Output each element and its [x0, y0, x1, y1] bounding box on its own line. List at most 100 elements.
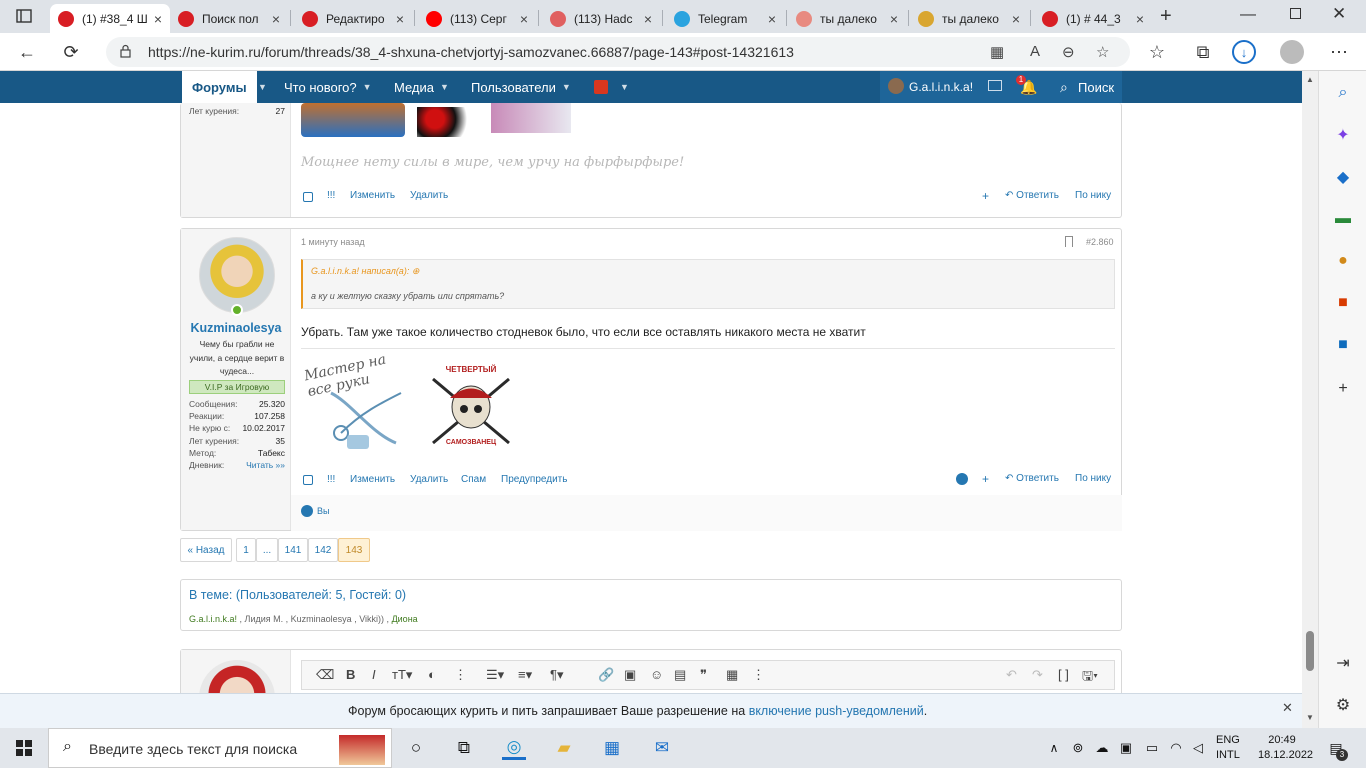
nav-forums-caret[interactable]: ▼: [252, 71, 267, 103]
online-user[interactable]: Лидия М.: [245, 614, 284, 624]
reactions-list[interactable]: Вы: [317, 506, 329, 516]
task-view-icon[interactable]: ⧉: [452, 736, 476, 760]
lock-icon[interactable]: [120, 44, 131, 58]
close-window-button[interactable]: ✕: [1332, 4, 1346, 24]
browser-tab[interactable]: ты далеко ×: [788, 4, 906, 33]
minimize-button[interactable]: —: [1240, 6, 1256, 24]
shopping-icon[interactable]: ◆: [1331, 165, 1355, 189]
language-indicator[interactable]: ENG INTL: [1216, 733, 1240, 763]
post-time[interactable]: 1 минуту назад: [301, 237, 365, 247]
browser-tab[interactable]: ты далеко ×: [910, 4, 1028, 33]
more-options-icon[interactable]: ⋮: [454, 667, 467, 683]
table-icon[interactable]: ▦: [726, 667, 738, 683]
prev-by-nick-link[interactable]: По нику: [1075, 190, 1111, 201]
link-icon[interactable]: 🔗: [598, 667, 614, 683]
online-user[interactable]: Kuzminaolesya: [291, 614, 352, 624]
image-icon[interactable]: ▣: [624, 667, 636, 683]
select-checkbox[interactable]: [303, 192, 313, 202]
games-icon[interactable]: ●: [1331, 249, 1355, 273]
nav-more-caret[interactable]: ▼: [614, 71, 629, 103]
close-tab-icon[interactable]: ×: [396, 11, 404, 27]
jump-up-icon[interactable]: ⊕: [412, 266, 420, 276]
close-tab-icon[interactable]: ×: [644, 11, 652, 27]
close-tab-icon[interactable]: ×: [520, 11, 528, 27]
collections-icon[interactable]: ⧉: [1190, 39, 1216, 65]
action-report[interactable]: !!!: [327, 474, 335, 485]
tools-icon[interactable]: ▬: [1331, 207, 1355, 231]
tray-overflow-icon[interactable]: ∧: [1042, 736, 1066, 760]
redo-icon[interactable]: ↷: [1032, 667, 1043, 683]
more-menu-icon[interactable]: ⋯: [1326, 39, 1352, 65]
nav-users[interactable]: Пользователи ▼: [471, 71, 571, 103]
gear-icon[interactable]: ⚙: [1331, 693, 1355, 717]
split-screen-icon[interactable]: ⇥: [1331, 651, 1355, 675]
action-spam[interactable]: Спам: [461, 474, 486, 485]
paragraph-icon[interactable]: ¶▾: [550, 667, 564, 683]
back-button[interactable]: ←: [14, 39, 40, 65]
onedrive-icon[interactable]: ☁: [1090, 736, 1114, 760]
eraser-icon[interactable]: ⌫: [316, 667, 334, 683]
restore-button[interactable]: [1290, 8, 1301, 19]
add-icon[interactable]: +: [1331, 377, 1355, 401]
browser-tab[interactable]: (113) Серг ×: [418, 4, 536, 33]
edge-icon[interactable]: ◎: [502, 736, 526, 760]
prev-reply-link[interactable]: ↶ Ответить: [1005, 190, 1059, 201]
italic-icon[interactable]: I: [372, 667, 376, 682]
user-avatar-small[interactable]: [888, 78, 904, 94]
browser-tab[interactable]: (113) Hadc ×: [542, 4, 660, 33]
mail-icon[interactable]: ✉: [650, 736, 674, 760]
inbox-icon[interactable]: [988, 80, 1002, 91]
avatar[interactable]: [199, 237, 275, 313]
nav-sale-icon[interactable]: [594, 80, 608, 94]
prev-action-report[interactable]: !!!: [327, 190, 335, 201]
add-favorite-icon[interactable]: ☆: [1096, 43, 1109, 61]
push-enable-link[interactable]: включение push-уведомлений: [749, 704, 924, 718]
pagination-page[interactable]: ...: [256, 538, 278, 562]
list-icon[interactable]: ☰▾: [486, 667, 504, 683]
action-edit[interactable]: Изменить: [350, 474, 395, 485]
action-warn[interactable]: Предупредить: [501, 474, 567, 485]
volume-icon[interactable]: ◁: [1186, 736, 1210, 760]
quote-author[interactable]: G.a.l.i.n.k.a! написал(а): ⊕: [311, 266, 419, 277]
close-tab-icon[interactable]: ×: [768, 11, 776, 27]
explorer-icon[interactable]: ▰: [552, 736, 576, 760]
pagination-page[interactable]: 143: [338, 538, 370, 562]
copilot-icon[interactable]: ✦: [1331, 123, 1355, 147]
align-icon[interactable]: ≡▾: [518, 667, 532, 683]
nav-user-name[interactable]: G.a.l.i.n.k.a!: [909, 71, 973, 103]
scroll-up-arrow[interactable]: ▲: [1306, 75, 1314, 84]
search-icon[interactable]: ⌕: [1331, 81, 1355, 105]
profile-avatar[interactable]: [1280, 40, 1304, 64]
clock[interactable]: 20:49 18.12.2022: [1258, 733, 1313, 763]
browser-tab[interactable]: Редактиро ×: [294, 4, 412, 33]
smiley-icon[interactable]: ☺: [650, 667, 663, 682]
store-icon[interactable]: ▦: [600, 736, 624, 760]
prev-action-delete[interactable]: Удалить: [410, 190, 448, 201]
page-scrollbar[interactable]: ▲ ▼: [1302, 71, 1318, 728]
tray-app-icon[interactable]: ⊚: [1066, 736, 1090, 760]
battery-icon[interactable]: ▭: [1140, 736, 1164, 760]
action-delete[interactable]: Удалить: [410, 474, 448, 485]
close-tab-icon[interactable]: ×: [272, 11, 280, 27]
reaction-like-icon[interactable]: [301, 505, 313, 517]
pagination-page[interactable]: 142: [308, 538, 338, 562]
taskbar-search[interactable]: ⌕ Введите здесь текст для поиска: [48, 728, 392, 768]
nav-whats-new[interactable]: Что нового? ▼: [284, 71, 372, 103]
online-user[interactable]: Vikki)): [359, 614, 384, 624]
download-icon[interactable]: ↓: [1232, 40, 1256, 64]
windows-start-icon[interactable]: [12, 736, 36, 760]
palette-icon[interactable]: ◐: [428, 667, 436, 682]
wifi-icon[interactable]: ◠: [1164, 736, 1188, 760]
search-icon[interactable]: ⌕: [1060, 79, 1068, 96]
office-icon[interactable]: ■: [1331, 291, 1355, 315]
prev-action-edit[interactable]: Изменить: [350, 190, 395, 201]
scroll-thumb[interactable]: [1306, 631, 1314, 671]
reply-link[interactable]: ↶ Ответить: [1005, 473, 1059, 484]
zoom-icon[interactable]: ⊖: [1062, 43, 1075, 61]
browser-tab[interactable]: Поиск пол ×: [170, 4, 288, 33]
outlook-icon[interactable]: ■: [1331, 333, 1355, 357]
drafts-icon[interactable]: 🖫▾: [1082, 667, 1098, 689]
username[interactable]: Kuzminaolesya: [181, 321, 291, 335]
media-icon[interactable]: ▤: [674, 667, 686, 683]
new-tab-button[interactable]: +: [1160, 5, 1172, 28]
